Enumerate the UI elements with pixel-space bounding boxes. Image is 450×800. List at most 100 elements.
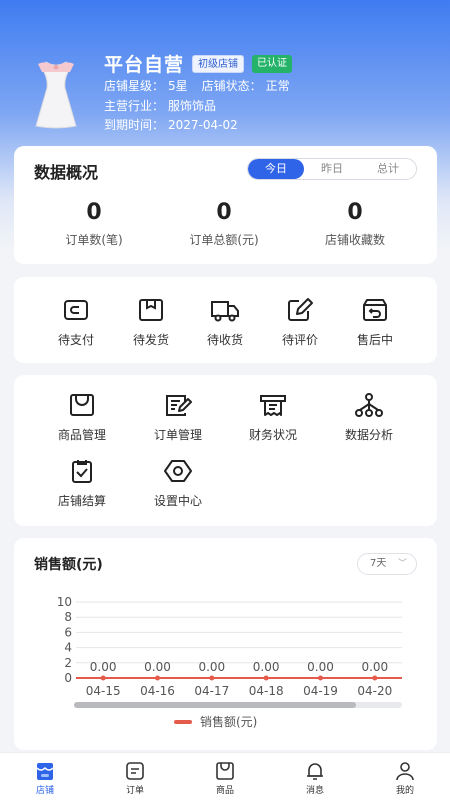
- tab-shop[interactable]: 店铺: [15, 761, 75, 796]
- menu-order-management[interactable]: 订单管理: [138, 392, 218, 443]
- menu-label: 数据分析: [344, 428, 393, 442]
- order-after-sales[interactable]: 售后中: [335, 297, 415, 348]
- data-label: 0.00: [144, 660, 171, 674]
- overview-title: 数据概况: [34, 163, 99, 182]
- data-overview-card: 数据概况 今日 昨日 总计 0 订单数(笔) 0 订单总额(元) 0 店铺收藏数: [14, 146, 437, 264]
- order-pending-review[interactable]: 待评价: [260, 297, 340, 348]
- stat-order-count[interactable]: 0 订单数(笔): [24, 200, 164, 248]
- return-box-icon: [363, 299, 387, 321]
- status-value: 正常: [265, 79, 290, 93]
- user-icon: [396, 762, 414, 781]
- order-status-label: 待支付: [57, 333, 94, 347]
- truck-icon: [211, 301, 239, 322]
- menu-shop-settlement[interactable]: 店铺结算: [42, 458, 122, 509]
- clipboard-check-icon: [72, 460, 92, 483]
- menu-finance[interactable]: 财务状况: [233, 392, 313, 443]
- menu-label: 财务状况: [248, 428, 297, 442]
- data-label: 0.00: [198, 660, 225, 674]
- receipt-icon: [260, 395, 286, 416]
- menu-label: 设置中心: [153, 494, 202, 508]
- shop-avatar[interactable]: [24, 50, 88, 130]
- bell-icon: [307, 763, 323, 780]
- expire-label: 到期时间：: [104, 118, 165, 132]
- bottom-tab-bar: 店铺 订单 商品 消息 我的: [0, 752, 450, 800]
- tab-total[interactable]: 总计: [360, 159, 416, 179]
- chevron-down-icon: ﹀: [397, 559, 407, 569]
- order-pending-payment[interactable]: 待支付: [36, 297, 116, 348]
- data-label: 0.00: [361, 660, 388, 674]
- data-point: [318, 675, 323, 681]
- hierarchy-icon: [355, 393, 383, 417]
- order-status-label: 待收货: [206, 333, 243, 347]
- range-select[interactable]: 7天 ﹀: [357, 553, 417, 575]
- menu-product-management[interactable]: 商品管理: [42, 392, 122, 443]
- industry-label: 主营行业：: [104, 99, 165, 113]
- shop-name: 平台自营: [104, 54, 185, 76]
- star-label: 店铺星级：: [104, 79, 165, 93]
- data-point: [372, 675, 378, 681]
- order-status-card: 待支付 待发货 待收货 待评价 售后中: [14, 277, 437, 363]
- order-pending-receipt[interactable]: 待收货: [185, 297, 265, 348]
- tab-orders[interactable]: 订单: [105, 761, 165, 796]
- order-status-label: 待发货: [132, 333, 169, 347]
- y-tick-label: 2: [64, 656, 72, 670]
- tab-label: 消息: [305, 786, 324, 796]
- bag-icon: [216, 762, 234, 780]
- tab-label: 我的: [395, 786, 414, 796]
- order-pending-shipment[interactable]: 待发货: [111, 297, 191, 348]
- x-tick-label: 04-16: [140, 684, 175, 698]
- order-status-label: 待评价: [281, 333, 318, 347]
- legend-swatch: [174, 719, 192, 724]
- data-label: 0.00: [307, 660, 334, 674]
- tab-label: 店铺: [35, 786, 54, 796]
- stat-label: 店铺收藏数: [324, 233, 385, 247]
- wallet-icon: [64, 300, 88, 320]
- shop-header: 平台自营 初级店铺 已认证 店铺星级： 5星 店铺状态： 正常 主营行业： 服饰饰品 到…: [0, 0, 450, 146]
- range-value: 7天: [370, 558, 387, 569]
- tab-profile[interactable]: 我的: [375, 761, 435, 796]
- shop-rating-row: 店铺星级： 5星 店铺状态： 正常: [104, 77, 294, 94]
- data-point: [155, 675, 160, 681]
- tab-label: 商品: [215, 786, 234, 796]
- y-tick-label: 10: [57, 595, 72, 609]
- tab-label: 订单: [125, 786, 144, 796]
- shop-level-badge: 初级店铺: [192, 54, 245, 73]
- period-switch: 今日 昨日 总计: [247, 158, 417, 180]
- management-card: 商品管理 订单管理 财务状况 数据分析 店铺结算 设置中心: [14, 375, 437, 526]
- x-tick-label: 04-15: [86, 684, 121, 698]
- menu-settings-center[interactable]: 设置中心: [138, 458, 218, 509]
- data-label: 0.00: [90, 660, 117, 674]
- tab-messages[interactable]: 消息: [285, 761, 345, 796]
- stat-label: 订单总额(元): [189, 233, 259, 247]
- menu-label: 订单管理: [153, 428, 202, 442]
- package-icon: [139, 299, 163, 321]
- sales-chart-card: 销售额(元) 7天 ﹀ 0 2 4 6 8 10 04-15 04-16 04-17 04-18 0…: [14, 538, 437, 750]
- stat-value: 0: [86, 200, 102, 225]
- stat-order-amount[interactable]: 0 订单总额(元): [154, 200, 294, 248]
- tab-today[interactable]: 今日: [248, 159, 304, 179]
- menu-label: 商品管理: [57, 428, 106, 442]
- edit-icon: [288, 298, 313, 321]
- x-tick-label: 04-20: [357, 684, 392, 698]
- stat-value: 0: [216, 200, 232, 225]
- x-tick-label: 04-19: [303, 684, 338, 698]
- chart-scrollbar[interactable]: [74, 702, 402, 708]
- shopping-bag-icon: [70, 394, 94, 416]
- chart-legend: 销售额(元): [174, 713, 257, 730]
- y-tick-label: 4: [64, 641, 72, 655]
- chart-scrollbar-thumb[interactable]: [74, 702, 356, 708]
- shop-industry-row: 主营行业： 服饰饰品: [104, 97, 220, 114]
- stat-favorites[interactable]: 0 店铺收藏数: [285, 200, 425, 248]
- star-value: 5星: [168, 79, 188, 93]
- sales-line-chart: 024 6810 04-15 04-16 04-17 04-18 04-19 04-20 0.0…: [57, 595, 402, 698]
- order-icon: [126, 762, 144, 780]
- verified-badge: 已认证: [252, 54, 293, 73]
- menu-data-analysis[interactable]: 数据分析: [329, 392, 409, 443]
- stat-label: 订单数(笔): [65, 233, 123, 247]
- data-point: [100, 675, 106, 681]
- tab-products[interactable]: 商品: [195, 761, 255, 796]
- stat-value: 0: [347, 200, 363, 225]
- tab-yesterday[interactable]: 昨日: [304, 159, 360, 179]
- legend-label: 销售额(元): [200, 715, 258, 729]
- x-tick-label: 04-18: [249, 684, 284, 698]
